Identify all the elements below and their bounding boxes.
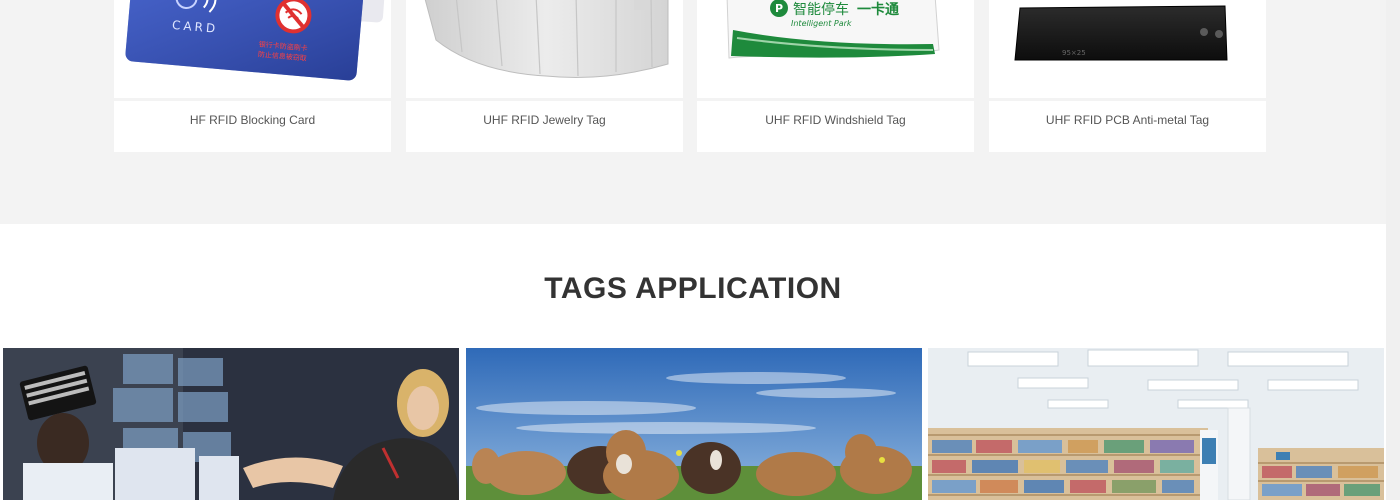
product-section: CARD 银行卡防盗刷卡 防止信息被窃取 HF RFID Blocking Ca…: [0, 0, 1386, 224]
warehouse-logistics-image: [3, 348, 459, 500]
product-card[interactable]: P 智能停车 一卡通 Intelligent Park UHF RFID Win…: [697, 0, 974, 152]
svg-text:P: P: [775, 2, 783, 15]
product-label[interactable]: UHF RFID PCB Anti-metal Tag: [989, 101, 1266, 152]
product-label[interactable]: HF RFID Blocking Card: [114, 101, 391, 152]
product-label[interactable]: UHF RFID Windshield Tag: [697, 101, 974, 152]
scrollbar[interactable]: [1386, 0, 1400, 500]
product-image[interactable]: CARD 银行卡防盗刷卡 防止信息被窃取: [114, 0, 391, 98]
section-title: TAGS APPLICATION: [544, 272, 842, 305]
windshield-brand-cn: 智能停车: [793, 1, 849, 18]
applications-section: TAGS APPLICATION: [0, 224, 1386, 500]
application-tile[interactable]: [466, 348, 922, 500]
product-image[interactable]: 95×25: [989, 0, 1266, 98]
product-card[interactable]: UHF RFID Jewelry Tag: [406, 0, 683, 152]
application-tile[interactable]: [928, 348, 1384, 500]
page: CARD 银行卡防盗刷卡 防止信息被窃取 HF RFID Blocking Ca…: [0, 0, 1400, 500]
windshield-brand-en: Intelligent Park: [791, 19, 852, 28]
library-bookshelves-image: [928, 348, 1384, 500]
product-card[interactable]: CARD 银行卡防盗刷卡 防止信息被窃取 HF RFID Blocking Ca…: [114, 0, 391, 152]
application-tile[interactable]: [3, 348, 459, 500]
livestock-cattle-image: [466, 348, 922, 500]
windshield-card-cn: 一卡通: [857, 1, 899, 18]
product-label[interactable]: UHF RFID Jewelry Tag: [406, 101, 683, 152]
product-image[interactable]: P 智能停车 一卡通 Intelligent Park: [697, 0, 974, 98]
product-image[interactable]: [406, 0, 683, 98]
product-card[interactable]: 95×25 UHF RFID PCB Anti-metal Tag: [989, 0, 1266, 152]
pcb-marking: 95×25: [1062, 49, 1086, 57]
